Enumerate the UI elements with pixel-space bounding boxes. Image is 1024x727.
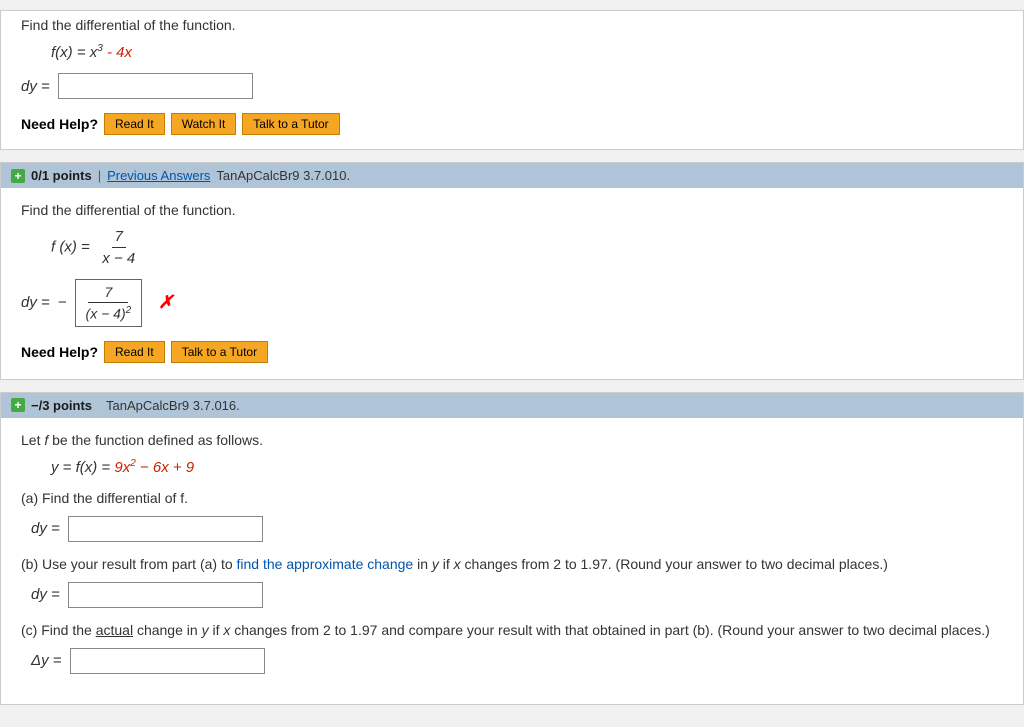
delta-y-input[interactable]: [70, 648, 265, 674]
plus-icon-3: +: [11, 398, 25, 412]
answer-row-a: dy =: [31, 516, 1003, 542]
dy-input-a[interactable]: [68, 516, 263, 542]
talk-tutor-btn-2[interactable]: Talk to a Tutor: [171, 341, 268, 363]
dy-label-2: dy =: [21, 294, 50, 311]
problem-body-3: Let f be the function defined as follows…: [1, 418, 1023, 704]
part-a-label: (a) Find the differential of f.: [21, 490, 1003, 506]
part-c: (c) Find the actual change in y if x cha…: [21, 622, 1003, 674]
problem-header-2: + 0/1 points | Previous Answers TanApCal…: [1, 163, 1023, 188]
frac-answer-box: − 7 (x − 4)2: [58, 279, 146, 327]
instruction-3: Let f be the function defined as follows…: [21, 432, 1003, 448]
function-display-1: f(x) = x3 - 4x: [51, 43, 1003, 61]
function-display-2: f (x) = 7 x − 4: [51, 228, 1003, 267]
answer-row-2: dy = − 7 (x − 4)2 ✗: [21, 279, 1003, 327]
problem-section-3: + −/3 points TanApCalcBr9 3.7.016. Let f…: [0, 392, 1024, 705]
frac-den-2: x − 4: [102, 248, 135, 267]
dy-input-b[interactable]: [68, 582, 263, 608]
problem-id-3: TanApCalcBr9 3.7.016.: [106, 398, 240, 413]
function-text-1: f(x) = x: [51, 44, 97, 61]
function-label-2: f (x) =: [51, 238, 90, 255]
talk-tutor-btn-1[interactable]: Talk to a Tutor: [242, 113, 339, 135]
answer-row-c: Δy =: [31, 648, 1003, 674]
fraction-box-2: 7 (x − 4)2: [75, 279, 143, 327]
need-help-2: Need Help? Read It Talk to a Tutor: [21, 341, 1003, 363]
read-it-btn-1[interactable]: Read It: [104, 113, 165, 135]
frac-box-den-2: (x − 4)2: [86, 305, 132, 322]
dy-label-b: dy =: [31, 586, 60, 603]
sep-2: |: [98, 168, 101, 183]
delta-y-label: Δy =: [31, 652, 62, 669]
prev-answers-2[interactable]: Previous Answers: [107, 168, 210, 183]
plus-icon-2: +: [11, 169, 25, 183]
dy-label-a: dy =: [31, 520, 60, 537]
problem-section-2: + 0/1 points | Previous Answers TanApCal…: [0, 162, 1024, 380]
need-help-1: Need Help? Read It Watch It Talk to a Tu…: [21, 113, 1003, 135]
problem-body-2: Find the differential of the function. f…: [1, 188, 1023, 379]
read-it-btn-2[interactable]: Read It: [104, 341, 165, 363]
instruction-1: Find the differential of the function.: [21, 17, 1003, 33]
frac-num-2: 7: [112, 228, 126, 248]
frac-box-num-2: 7: [88, 284, 128, 303]
function-red-part: - 4x: [103, 44, 132, 61]
instruction-2: Find the differential of the function.: [21, 202, 1003, 218]
problem-id-2: TanApCalcBr9 3.7.010.: [216, 168, 350, 183]
need-help-label-1: Need Help?: [21, 116, 98, 132]
function-display-3: y = f(x) = 9x2 − 6x + 9: [51, 458, 1003, 476]
neg-sign: −: [58, 294, 67, 311]
answer-row-b: dy =: [31, 582, 1003, 608]
points-3: −/3 points: [31, 398, 92, 413]
need-help-label-2: Need Help?: [21, 344, 98, 360]
dy-label-1: dy =: [21, 78, 50, 95]
func-eq-3: y = f(x) = 9x2 − 6x + 9: [51, 459, 194, 476]
fraction-display-2: 7 x − 4: [102, 228, 135, 267]
part-b: (b) Use your result from part (a) to fin…: [21, 556, 1003, 608]
dy-input-1[interactable]: [58, 73, 253, 99]
part-b-label: (b) Use your result from part (a) to fin…: [21, 556, 1003, 572]
x-mark-2: ✗: [158, 292, 173, 313]
problem-header-3: + −/3 points TanApCalcBr9 3.7.016.: [1, 393, 1023, 418]
part-c-label: (c) Find the actual change in y if x cha…: [21, 622, 1003, 638]
watch-it-btn-1[interactable]: Watch It: [171, 113, 237, 135]
points-2: 0/1 points: [31, 168, 92, 183]
answer-row-1: dy =: [21, 73, 1003, 99]
part-a: (a) Find the differential of f. dy =: [21, 490, 1003, 542]
